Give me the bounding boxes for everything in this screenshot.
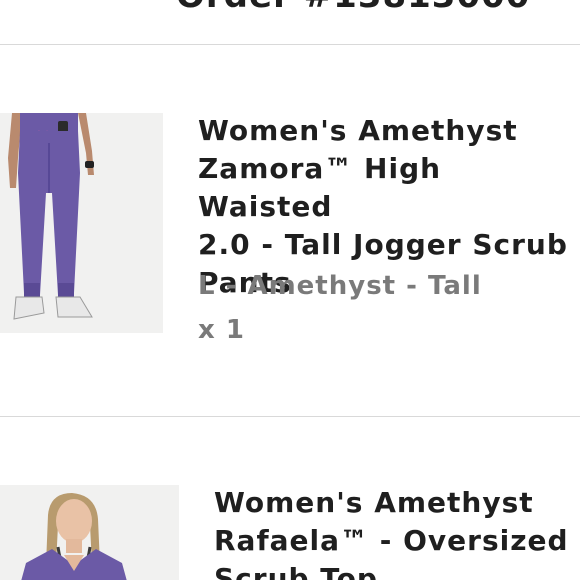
order-details-page: Order #13813000 [0,0,580,580]
order-line-item[interactable]: Women's Amethyst Rafaela™ - Oversized Sc… [0,417,580,580]
product-image[interactable] [0,485,179,580]
product-name[interactable]: Women's Amethyst Rafaela™ - Oversized Sc… [214,484,574,580]
product-photo-pants-icon [0,113,163,333]
product-quantity: x 1 [198,315,245,345]
product-variant: L - Amethyst - Tall [198,271,482,301]
order-header: Order #13813000 [0,0,580,45]
order-number-title: Order #13813000 [176,0,530,16]
product-image[interactable] [0,113,163,333]
order-line-item[interactable]: Women's Amethyst Zamora™ High Waisted 2.… [0,45,580,417]
product-photo-top-icon [0,485,179,580]
